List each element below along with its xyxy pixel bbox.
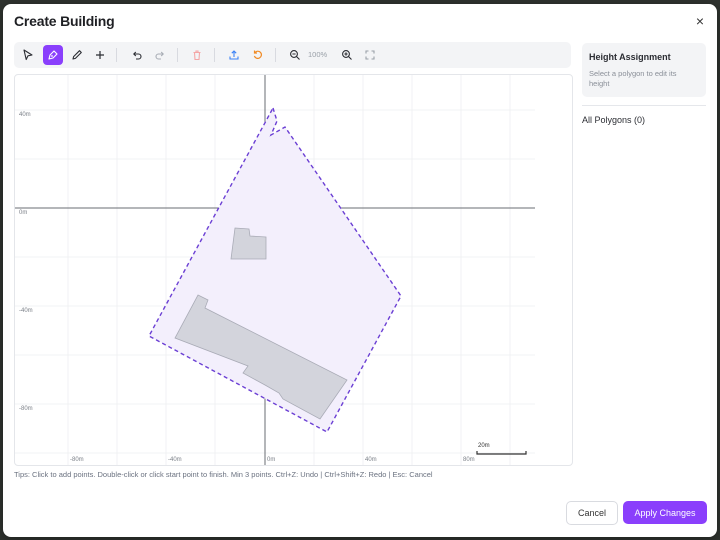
height-assignment-card: Height Assignment Select a polygon to ed…: [582, 43, 706, 97]
y-tick-label: 40m: [19, 112, 31, 118]
x-tick-label: -40m: [168, 457, 182, 463]
x-tick-label: 80m: [463, 457, 475, 463]
close-icon[interactable]: ×: [693, 14, 707, 28]
zoom-level: 100%: [308, 50, 328, 59]
scale-label: 20m: [478, 443, 490, 449]
zoom-out-icon: [290, 50, 300, 60]
cancel-button[interactable]: Cancel: [566, 501, 618, 525]
pen-nib-icon: [48, 50, 58, 60]
toolbar-divider: [214, 48, 215, 62]
y-tick-label: 0m: [19, 210, 27, 216]
canvas-svg: -80m -40m 0m 40m 80m 40m 0m -40m -80m 20…: [15, 75, 535, 465]
pen-tool-button[interactable]: [43, 45, 63, 65]
zoom-in-button[interactable]: [337, 45, 357, 65]
zoom-out-button[interactable]: [285, 45, 305, 65]
pointer-icon: [23, 49, 33, 61]
reset-icon: [253, 50, 262, 59]
panel-divider: [582, 105, 706, 106]
toolbar-divider: [177, 48, 178, 62]
drawing-canvas[interactable]: -80m -40m 0m 40m 80m 40m 0m -40m -80m 20…: [14, 74, 573, 466]
apply-changes-button[interactable]: Apply Changes: [623, 501, 707, 524]
toolbar-divider: [275, 48, 276, 62]
redo-icon: [155, 51, 164, 60]
toolbar: 100%: [14, 42, 571, 68]
y-tick-label: -40m: [19, 308, 33, 314]
toolbar-divider: [116, 48, 117, 62]
y-tick-label: -80m: [19, 406, 33, 412]
all-polygons-header[interactable]: All Polygons (0): [582, 115, 645, 125]
pencil-icon: [72, 50, 82, 60]
create-building-dialog: Create Building × 100% -80m -40m 0m 40m …: [3, 4, 717, 537]
delete-button[interactable]: [187, 45, 207, 65]
panel-title: Height Assignment: [589, 52, 671, 62]
trash-icon: [193, 50, 201, 61]
undo-icon: [133, 51, 142, 60]
x-tick-label: -80m: [70, 457, 84, 463]
scale-bar: 20m: [476, 443, 527, 455]
upload-button[interactable]: [224, 45, 244, 65]
select-tool-button[interactable]: [18, 45, 38, 65]
reset-button[interactable]: [248, 45, 268, 65]
x-tick-label: 0m: [267, 457, 275, 463]
upload-icon: [229, 50, 239, 60]
fullscreen-button[interactable]: [360, 45, 380, 65]
undo-button[interactable]: [127, 45, 147, 65]
dialog-title: Create Building: [14, 13, 115, 29]
add-point-button[interactable]: [90, 45, 110, 65]
tips-text: Tips: Click to add points. Double-click …: [14, 470, 433, 479]
pencil-tool-button[interactable]: [67, 45, 87, 65]
zoom-in-icon: [342, 50, 352, 60]
panel-subtitle: Select a polygon to edit its height: [589, 69, 677, 88]
x-tick-label: 40m: [365, 457, 377, 463]
expand-icon: [365, 50, 375, 60]
redo-button[interactable]: [150, 45, 170, 65]
plus-icon: [96, 51, 104, 59]
